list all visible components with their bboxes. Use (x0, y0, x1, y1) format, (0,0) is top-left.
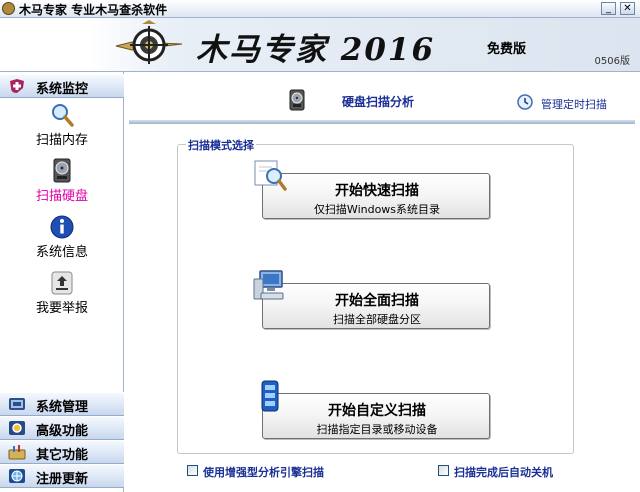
toolbox-icon (8, 445, 26, 460)
sidebar-group-label: 其它功能 (36, 448, 89, 463)
scan-button-title: 开始全面扫描 (335, 293, 419, 309)
sidebar-group-label: 系统监控 (36, 82, 89, 97)
sidebar-group-register-update[interactable]: 注册更新 (0, 464, 124, 488)
app-banner: 木马专家 2016 免费版 0506版 (0, 18, 640, 72)
shield-cross-icon (10, 79, 24, 93)
advanced-gear-icon (9, 421, 25, 435)
magnifier-icon (52, 104, 74, 127)
title-bar: 木马专家 专业木马查杀软件 _ ✕ (0, 0, 640, 18)
enhanced-engine-label[interactable]: 使用增强型分析引擎扫描 (203, 464, 324, 480)
sidebar-item-report[interactable]: 我要举报 (0, 270, 124, 326)
scan-button-title: 开始快速扫描 (335, 183, 419, 199)
sidebar-item-scan-memory[interactable]: 扫描内存 (0, 102, 124, 158)
app-icon (2, 2, 15, 15)
trojan-horse-logo-icon (115, 20, 183, 64)
auto-shutdown-label[interactable]: 扫描完成后自动关机 (454, 464, 553, 480)
auto-shutdown-checkbox[interactable] (438, 465, 449, 476)
globe-icon (9, 469, 25, 483)
brand-title: 木马专家 2016 (196, 32, 436, 68)
quick-scan-magnifier-icon (254, 160, 287, 191)
version-label: 0506版 (594, 56, 630, 67)
info-icon (50, 215, 74, 239)
full-scan-button[interactable]: 开始全面扫描 扫描全部硬盘分区 (262, 283, 490, 329)
scan-mode-group: 扫描模式选择 开始快速扫描 仅扫描Windows系统目录 开始全面扫描 扫描全部… (177, 137, 574, 454)
scan-button-title: 开始自定义扫描 (328, 403, 426, 419)
sidebar-group-label: 注册更新 (36, 472, 89, 487)
report-upload-icon (51, 271, 73, 295)
sidebar-group-system-manage[interactable]: 系统管理 (0, 392, 124, 416)
computer-icon (253, 270, 284, 300)
clock-icon[interactable] (517, 94, 533, 110)
sidebar-item-label: 我要举报 (35, 301, 88, 316)
sidebar-group-advanced[interactable]: 高级功能 (0, 416, 124, 440)
header-divider (129, 120, 635, 124)
hard-disk-icon (289, 89, 305, 111)
scan-button-subtitle: 扫描指定目录或移动设备 (316, 423, 438, 436)
close-button[interactable]: ✕ (620, 2, 635, 15)
panel-header: 硬盘扫描分析 管理定时扫描 (124, 72, 640, 122)
quick-scan-button[interactable]: 开始快速扫描 仅扫描Windows系统目录 (262, 173, 490, 219)
sidebar-group-label: 高级功能 (36, 424, 89, 439)
scan-mode-legend: 扫描模式选择 (186, 137, 256, 153)
scan-button-subtitle: 扫描全部硬盘分区 (333, 313, 421, 326)
manage-schedule-link[interactable]: 管理定时扫描 (541, 96, 607, 112)
enhanced-engine-checkbox[interactable] (187, 465, 198, 476)
sidebar-item-system-info[interactable]: 系统信息 (0, 214, 124, 270)
custom-scan-drive-icon (261, 380, 279, 412)
sidebar-group-system-monitor[interactable]: 系统监控 (0, 74, 124, 98)
sidebar-group-label: 系统管理 (36, 400, 89, 415)
edition-label: 免费版 (487, 42, 527, 57)
sidebar-group-other[interactable]: 其它功能 (0, 440, 124, 464)
main-panel: 硬盘扫描分析 管理定时扫描 扫描模式选择 开始快速扫描 仅扫描Windows系统… (124, 72, 640, 492)
sidebar-item-label: 扫描硬盘 (35, 189, 88, 204)
window-title: 木马专家 专业木马查杀软件 (19, 3, 168, 17)
minimize-button[interactable]: _ (601, 2, 616, 15)
custom-scan-button[interactable]: 开始自定义扫描 扫描指定目录或移动设备 (262, 393, 490, 439)
sidebar-item-label: 系统信息 (35, 245, 88, 260)
sidebar-item-label: 扫描内存 (35, 133, 88, 148)
panel-title: 硬盘扫描分析 (342, 95, 415, 109)
scan-button-subtitle: 仅扫描Windows系统目录 (313, 203, 441, 216)
hard-disk-icon (53, 158, 71, 183)
sidebar: 系统监控 扫描内存 扫描硬盘 系统信息 我要举报 系统管理 高级功能 其它功能 … (0, 72, 124, 492)
system-manage-icon (9, 398, 25, 410)
sidebar-item-scan-disk[interactable]: 扫描硬盘 (0, 158, 124, 214)
